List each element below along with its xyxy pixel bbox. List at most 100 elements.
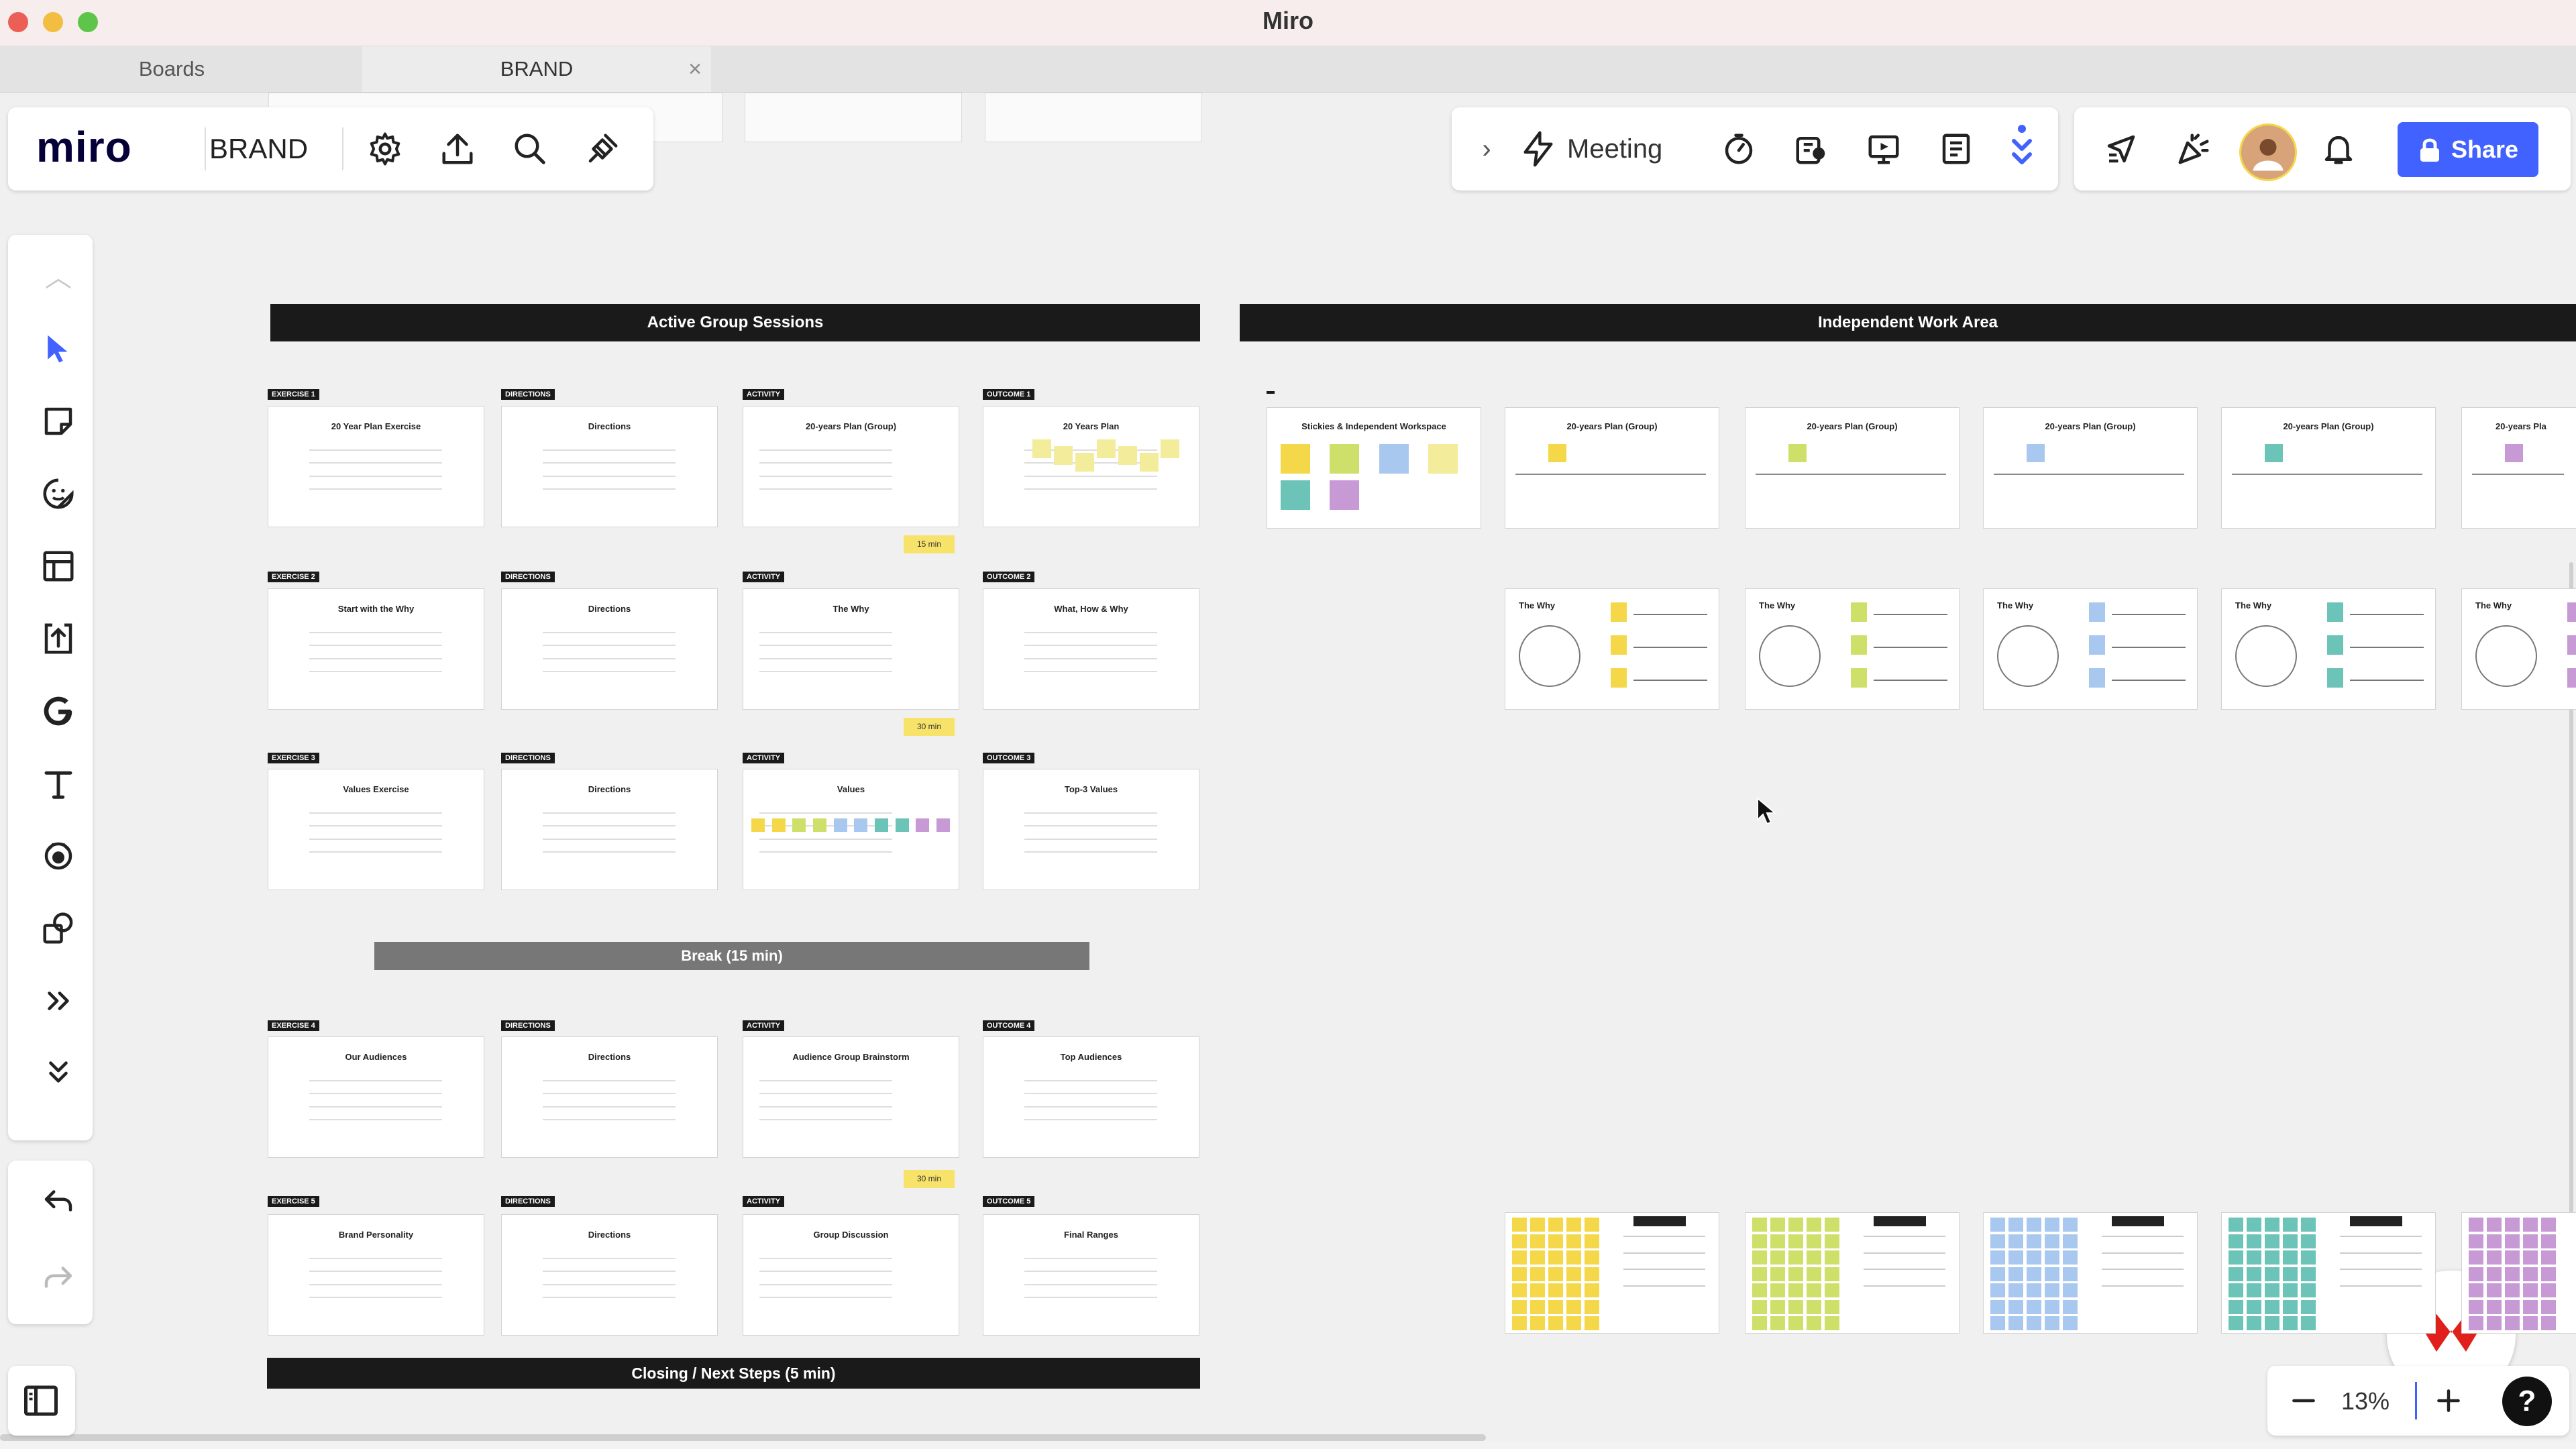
expand-toolbar-button[interactable]: › xyxy=(1465,127,1508,170)
sticky-note[interactable] xyxy=(2063,1300,2078,1314)
sticky-note[interactable] xyxy=(792,818,806,832)
sticky-note[interactable] xyxy=(1611,668,1627,688)
sticky-note[interactable] xyxy=(1548,1234,1563,1248)
sticky-note[interactable] xyxy=(1825,1316,1839,1330)
sticky-note[interactable] xyxy=(2469,1283,2483,1297)
sticky-note[interactable] xyxy=(2541,1218,2556,1232)
sticky-note[interactable] xyxy=(896,818,909,832)
redo-button[interactable] xyxy=(21,1244,95,1311)
sticky-note[interactable] xyxy=(2027,1300,2041,1314)
upload-tool[interactable] xyxy=(21,605,95,672)
sticky-note[interactable] xyxy=(2089,602,2105,622)
sticky-note[interactable] xyxy=(1788,1267,1803,1281)
sticky-note[interactable] xyxy=(2541,1316,2556,1330)
sticky-note[interactable] xyxy=(2487,1300,2502,1314)
sticky-note[interactable] xyxy=(2469,1267,2483,1281)
sticky-note[interactable] xyxy=(1566,1283,1581,1297)
why-card[interactable]: The Why xyxy=(1983,588,2198,710)
sticky-note[interactable] xyxy=(1788,1300,1803,1314)
sticky-note[interactable] xyxy=(2063,1250,2078,1265)
sticky-note[interactable] xyxy=(854,818,867,832)
sticky-note[interactable] xyxy=(2063,1316,2078,1330)
sticky-note[interactable] xyxy=(2045,1234,2059,1248)
sticky-note[interactable] xyxy=(1379,444,1409,474)
sticky-note[interactable] xyxy=(2027,1267,2041,1281)
sticky-note[interactable] xyxy=(1807,1300,1821,1314)
sticky-note[interactable] xyxy=(1825,1283,1839,1297)
sticky-note[interactable] xyxy=(1825,1250,1839,1265)
sticky-note[interactable] xyxy=(2301,1250,2316,1265)
sticky-note[interactable] xyxy=(1770,1300,1785,1314)
sticky-note[interactable] xyxy=(2301,1283,2316,1297)
why-card[interactable]: The Why xyxy=(1505,588,1719,710)
templates-tool[interactable] xyxy=(21,533,95,600)
sticky-note[interactable] xyxy=(1548,1316,1563,1330)
toolbar-collapse-button[interactable]: ︿ xyxy=(21,241,95,309)
sticky-note[interactable] xyxy=(1118,446,1137,465)
why-card[interactable]: The Why xyxy=(2461,588,2576,710)
sticky-note[interactable] xyxy=(2045,1267,2059,1281)
sticky-note[interactable] xyxy=(1530,1300,1545,1314)
independent-card[interactable]: 20-years Plan (Group) xyxy=(1745,407,1960,529)
sticky-note[interactable] xyxy=(1548,1300,1563,1314)
sticky-note[interactable] xyxy=(1566,1218,1581,1232)
sticky-note[interactable] xyxy=(2027,444,2045,462)
independent-card[interactable]: Stickies & Independent Workspace xyxy=(1267,407,1481,529)
cursor-tools-button[interactable] xyxy=(2100,127,2143,170)
session-card[interactable]: 20-years Plan (Group) xyxy=(743,406,959,527)
sticky-note[interactable] xyxy=(2089,635,2105,655)
sticky-note[interactable] xyxy=(1075,453,1094,472)
sticky-note[interactable] xyxy=(2523,1250,2538,1265)
stickers-tool[interactable] xyxy=(21,460,95,527)
sticky-note[interactable] xyxy=(1807,1218,1821,1232)
user-avatar[interactable] xyxy=(2239,123,2297,181)
session-card[interactable]: Group Discussion xyxy=(743,1214,959,1336)
sticky-note[interactable] xyxy=(1566,1250,1581,1265)
sticky-note[interactable] xyxy=(2008,1283,2023,1297)
sticky-note[interactable] xyxy=(2487,1250,2502,1265)
session-card[interactable]: Directions xyxy=(501,1036,718,1158)
why-card[interactable]: The Why xyxy=(2221,588,2436,710)
sticky-note[interactable] xyxy=(1807,1250,1821,1265)
sticky-note[interactable] xyxy=(2027,1316,2041,1330)
sticky-note[interactable] xyxy=(1752,1218,1767,1232)
sticky-note[interactable] xyxy=(2523,1267,2538,1281)
apps-button[interactable] xyxy=(581,127,624,170)
notifications-button[interactable] xyxy=(2317,127,2360,170)
sticky-note[interactable] xyxy=(2265,1250,2279,1265)
sticky-note[interactable] xyxy=(1807,1316,1821,1330)
sticky-note[interactable] xyxy=(2567,602,2576,622)
notes-button[interactable] xyxy=(1935,127,1978,170)
sticky-note[interactable] xyxy=(1530,1283,1545,1297)
sticky-note[interactable] xyxy=(2487,1218,2502,1232)
sticky-note[interactable] xyxy=(1825,1267,1839,1281)
sticky-note[interactable] xyxy=(1990,1218,2005,1232)
sticky-grid-card[interactable] xyxy=(1745,1212,1960,1334)
sticky-note[interactable] xyxy=(1752,1300,1767,1314)
sticky-note[interactable] xyxy=(1512,1300,1527,1314)
sticky-note[interactable] xyxy=(2283,1283,2298,1297)
sticky-note[interactable] xyxy=(2063,1218,2078,1232)
sticky-note[interactable] xyxy=(1752,1267,1767,1281)
independent-card[interactable]: 20-years Plan (Group) xyxy=(1505,407,1719,529)
sticky-note[interactable] xyxy=(1851,668,1867,688)
presentation-button[interactable] xyxy=(1862,127,1905,170)
tab-boards[interactable]: Boards xyxy=(0,46,343,92)
sticky-note[interactable] xyxy=(2247,1218,2261,1232)
sticky-note[interactable] xyxy=(2229,1283,2243,1297)
sticky-note[interactable] xyxy=(1788,1283,1803,1297)
sticky-note[interactable] xyxy=(1330,480,1359,510)
sticky-note[interactable] xyxy=(1585,1218,1599,1232)
google-drive-tool[interactable] xyxy=(21,678,95,745)
help-button[interactable]: ? xyxy=(2502,1377,2552,1426)
sticky-note[interactable] xyxy=(1851,635,1867,655)
sticky-note[interactable] xyxy=(2283,1218,2298,1232)
sticky-note[interactable] xyxy=(2027,1283,2041,1297)
sticky-note[interactable] xyxy=(2247,1234,2261,1248)
sticky-note[interactable] xyxy=(772,818,786,832)
sticky-note[interactable] xyxy=(1161,439,1179,458)
sticky-note[interactable] xyxy=(834,818,847,832)
sticky-note[interactable] xyxy=(2505,444,2523,462)
sticky-note[interactable] xyxy=(2229,1300,2243,1314)
session-card[interactable]: Brand Personality xyxy=(268,1214,484,1336)
